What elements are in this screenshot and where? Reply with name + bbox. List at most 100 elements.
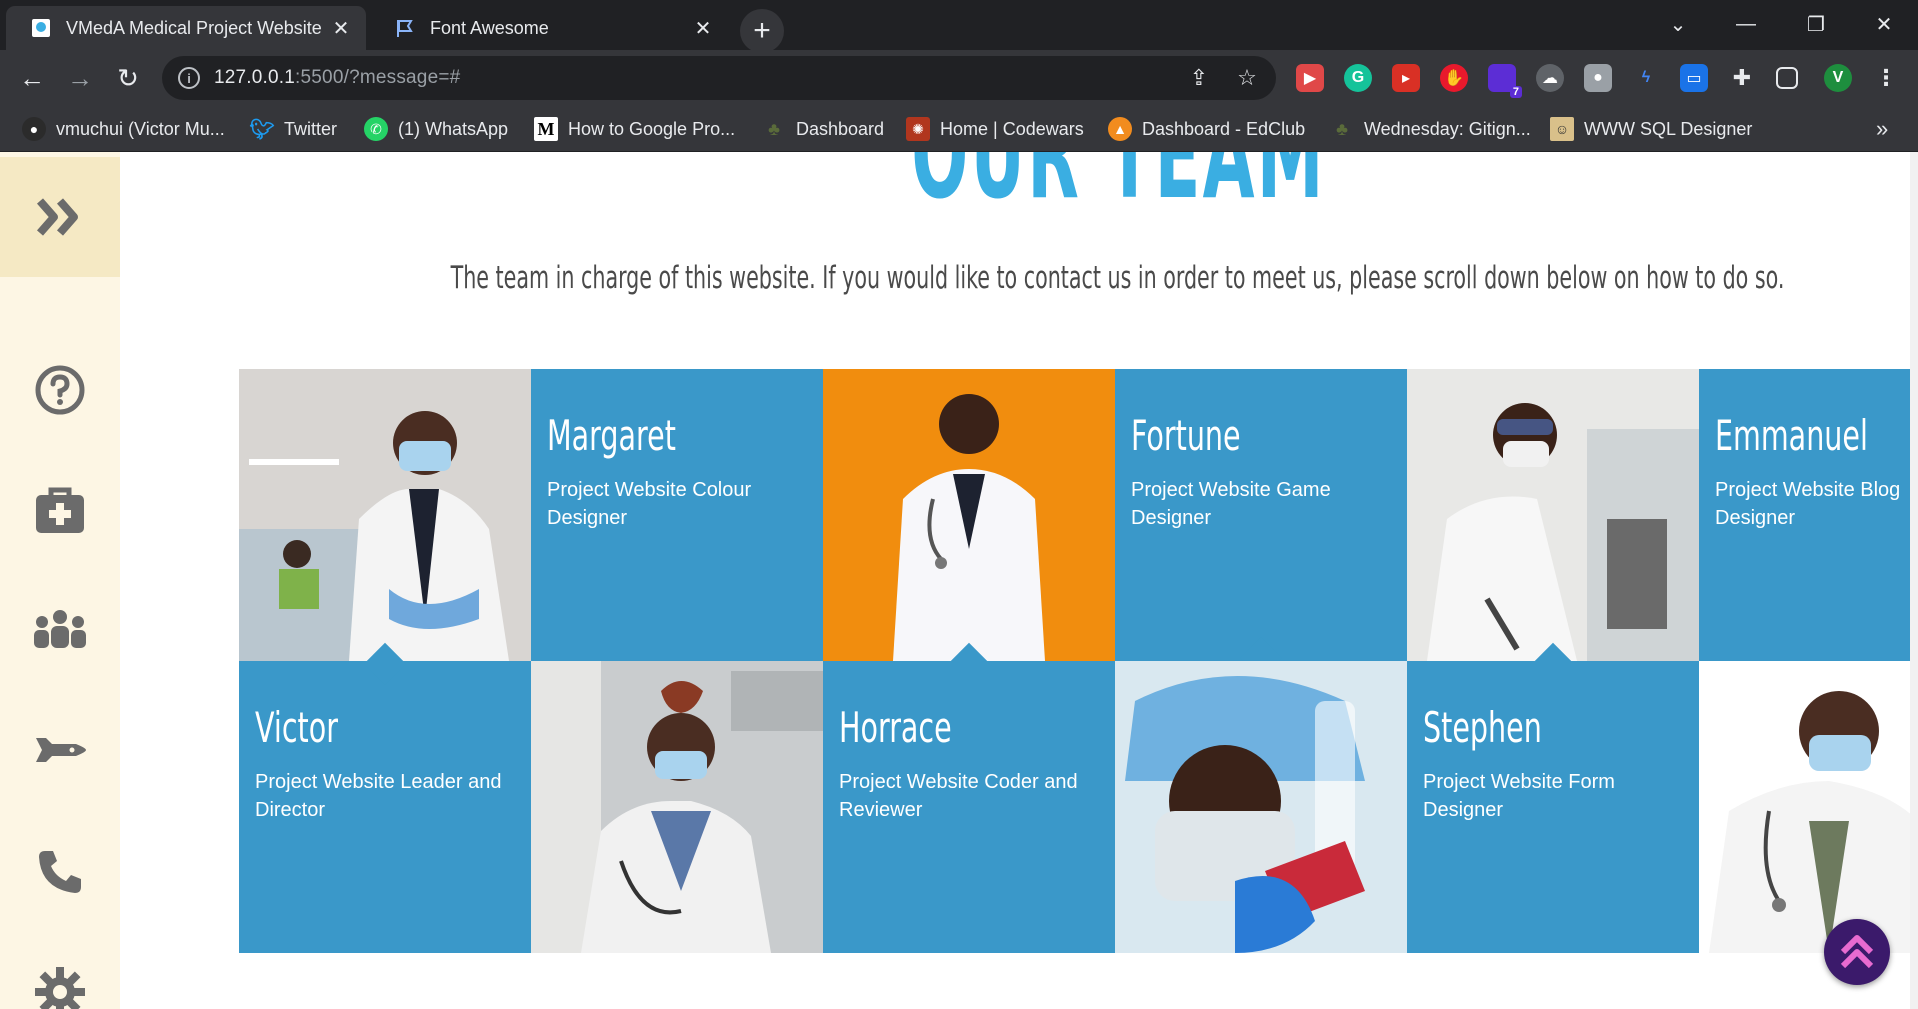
restore-icon[interactable]: ❐	[1786, 4, 1846, 44]
bolt-extension-icon[interactable]: ϟ	[1632, 64, 1660, 92]
twitter-icon: 🐦︎	[249, 118, 275, 141]
grammarly-extension-icon[interactable]: G	[1344, 64, 1372, 92]
cloud-extension-icon[interactable]: ☁	[1536, 64, 1564, 92]
side-panel-icon[interactable]	[1776, 67, 1798, 89]
extension-with-badge-icon[interactable]: 7	[1488, 64, 1522, 98]
sidebar	[0, 152, 120, 1009]
sidebar-expand-button[interactable]	[0, 157, 120, 277]
browser-window: VMedA Medical Project Website ✕ Font Awe…	[0, 0, 1918, 1009]
bookmark-medium[interactable]: M How to Google Pro...	[534, 116, 735, 142]
page-scrollbar[interactable]	[1910, 152, 1918, 1009]
adblock-extension-icon[interactable]: ✋	[1440, 64, 1468, 92]
whatsapp-icon: ✆	[364, 117, 388, 141]
codewars-icon: ✺	[906, 117, 930, 141]
close-tab-icon[interactable]: ✕	[330, 17, 352, 40]
close-window-icon[interactable]: ✕	[1854, 4, 1914, 44]
team-photo-emmanuel	[1699, 661, 1918, 953]
window-extension-icon[interactable]: ▭	[1680, 64, 1708, 92]
github-icon: ●	[22, 117, 46, 141]
scroll-to-top-button[interactable]	[1824, 919, 1890, 985]
bookmark-edclub[interactable]: ▲ Dashboard - EdClub	[1108, 116, 1305, 142]
tab-strip: VMedA Medical Project Website ✕ Font Awe…	[0, 0, 1918, 53]
reload-icon[interactable]: ↻	[108, 58, 148, 98]
team-name: Stephen	[1423, 703, 1542, 752]
close-tab-icon[interactable]: ✕	[692, 17, 714, 40]
bookmark-twitter[interactable]: 🐦︎ Twitter	[249, 116, 338, 142]
team-card-stephen: Stephen Project Website Form Designer	[1407, 642, 1699, 953]
tab-vmeda[interactable]: VMedA Medical Project Website ✕	[6, 6, 366, 50]
team-name: Margaret	[547, 411, 676, 460]
url-path: :5500/?message=#	[295, 67, 461, 88]
back-icon[interactable]: ←	[12, 58, 52, 98]
share-icon[interactable]: ⇪	[1186, 65, 1212, 91]
bookmark-label: vmuchui (Victor Mu...	[56, 118, 225, 139]
profile-avatar[interactable]: V	[1824, 64, 1852, 92]
screen-recorder-extension-icon[interactable]: ▶	[1296, 64, 1324, 92]
bookmark-label: Home | Codewars	[940, 118, 1084, 139]
page-subtitle: The team in charge of this website. If y…	[450, 260, 1785, 296]
bookmark-sql-designer[interactable]: ☺ WWW SQL Designer	[1550, 116, 1752, 142]
medium-icon: M	[534, 117, 558, 141]
shuttle-icon[interactable]	[30, 720, 90, 780]
page-title: OUR TEAM	[911, 152, 1326, 226]
ghost-extension-icon[interactable]: ●	[1584, 64, 1612, 92]
forward-icon[interactable]: →	[60, 58, 100, 98]
team-icon[interactable]	[30, 600, 90, 660]
help-icon[interactable]	[30, 360, 90, 420]
video-extension-icon[interactable]: ▸	[1392, 64, 1420, 92]
palm-icon: ♣	[768, 118, 780, 139]
bookmark-label: (1) WhatsApp	[398, 118, 509, 139]
team-role: Project Website Coder and Reviewer	[839, 771, 1078, 821]
tab-search-icon[interactable]: ⌄	[1648, 4, 1708, 44]
team-card-horrace: Horrace Project Website Coder and Review…	[823, 642, 1115, 953]
team-name: Horrace	[839, 703, 952, 752]
team-grid: Victor Project Website Leader and Direct…	[239, 369, 1918, 953]
minimize-icon[interactable]: —	[1716, 4, 1776, 44]
medical-kit-icon[interactable]	[30, 480, 90, 540]
team-card-margaret: Margaret Project Website Colour Designer	[531, 369, 823, 680]
team-photo-margaret	[531, 661, 823, 953]
team-role: Project Website Blog Designer	[1715, 479, 1901, 529]
bookmark-label: Dashboard - EdClub	[1142, 118, 1306, 139]
browser-toolbar: ← → ↻ i 127.0.0.1:5500/?message=# ⇪ ☆ ▶ …	[0, 50, 1918, 106]
more-bookmarks-button[interactable]: »	[1876, 116, 1888, 142]
team-photo-victor	[239, 369, 531, 661]
team-name: Fortune	[1131, 411, 1241, 460]
bookmark-star-icon[interactable]: ☆	[1234, 65, 1260, 91]
extensions-puzzle-icon[interactable]: ✚	[1728, 64, 1756, 92]
tab-title: Font Awesome	[430, 17, 549, 38]
site-info-icon[interactable]: i	[178, 67, 200, 89]
bookmark-label: WWW SQL Designer	[1584, 118, 1753, 139]
page-viewport: OUR TEAM The team in charge of this webs…	[0, 152, 1918, 1009]
team-role: Project Website Form Designer	[1423, 771, 1615, 821]
extension-badge: 7	[1509, 86, 1522, 98]
bookmark-codewars[interactable]: ✺ Home | Codewars	[906, 116, 1084, 142]
team-role: Project Website Game Designer	[1131, 479, 1331, 529]
url-host: 127.0.0.1	[214, 67, 296, 88]
team-name: Victor	[255, 703, 338, 752]
settings-icon[interactable]	[30, 962, 90, 1009]
bookmark-label: Wednesday: Gitign...	[1364, 118, 1531, 139]
address-bar[interactable]: i 127.0.0.1:5500/?message=# ⇪ ☆	[162, 56, 1276, 100]
team-photo-horrace	[823, 369, 1115, 661]
team-card-fortune: Fortune Project Website Game Designer	[1115, 369, 1407, 680]
flag-icon	[394, 17, 416, 39]
bookmark-dashboard[interactable]: ♣ Dashboard	[762, 116, 884, 142]
bookmark-whatsapp[interactable]: ✆ (1) WhatsApp	[364, 116, 508, 142]
team-name: Emmanuel	[1715, 411, 1868, 460]
team-card-victor: Victor Project Website Leader and Direct…	[239, 642, 531, 953]
phone-icon[interactable]	[30, 842, 90, 902]
team-role: Project Website Colour Designer	[547, 479, 752, 529]
vmeda-favicon-icon	[30, 17, 52, 39]
tab-title: VMedA Medical Project Website	[66, 17, 322, 38]
team-photo-fortune	[1115, 661, 1407, 953]
bookmark-github[interactable]: ● vmuchui (Victor Mu...	[22, 116, 225, 142]
edclub-icon: ▲	[1108, 117, 1132, 141]
new-tab-button[interactable]: +	[740, 9, 784, 53]
tab-font-awesome[interactable]: Font Awesome ✕	[370, 6, 728, 50]
bookmark-label: Dashboard	[796, 118, 885, 139]
palm-icon: ♣	[1336, 118, 1348, 139]
bookmark-gitignore[interactable]: ♣ Wednesday: Gitign...	[1330, 116, 1531, 142]
bookmark-label: Twitter	[284, 118, 338, 139]
kebab-menu-icon[interactable]: ⋮	[1872, 64, 1900, 92]
